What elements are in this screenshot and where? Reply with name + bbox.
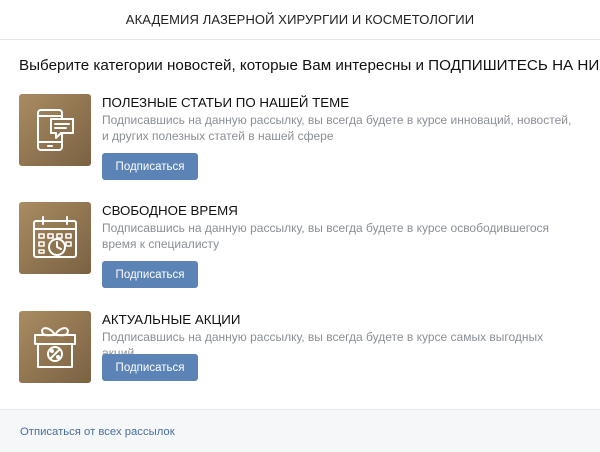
subscribe-articles-button[interactable]: Подписаться	[102, 153, 198, 180]
category-description: Подписавшись на данную рассылку, вы всег…	[102, 113, 572, 143]
category-title: ПОЛЕЗНЫЕ СТАТЬИ ПО НАШЕЙ ТЕМЕ	[102, 95, 350, 110]
calendar-clock-icon	[33, 216, 77, 258]
subscribe-free-time-button[interactable]: Подписаться	[102, 261, 198, 288]
intro-text: Выберите категории новостей, которые Вам…	[19, 57, 600, 74]
page-header: АКАДЕМИЯ ЛАЗЕРНОЙ ХИРУРГИИ И КОСМЕТОЛОГИ…	[0, 0, 600, 40]
category-promotions: АКТУАЛЬНЫЕ АКЦИИ Подписавшись на данную …	[19, 311, 589, 391]
category-tile	[19, 311, 91, 383]
category-title: АКТУАЛЬНЫЕ АКЦИИ	[102, 312, 241, 327]
category-tile	[19, 94, 91, 166]
subscribe-promotions-button[interactable]: Подписаться	[102, 354, 198, 381]
page-footer: Отписаться от всех рассылок	[0, 409, 600, 452]
gift-percent-icon	[34, 327, 76, 368]
category-title: СВОБОДНОЕ ВРЕМЯ	[102, 203, 238, 218]
category-tile	[19, 202, 91, 274]
unsubscribe-all-link[interactable]: Отписаться от всех рассылок	[20, 426, 175, 438]
header-title: АКАДЕМИЯ ЛАЗЕРНОЙ ХИРУРГИИ И КОСМЕТОЛОГИ…	[125, 12, 475, 27]
category-description: Подписавшись на данную рассылку, вы всег…	[102, 221, 550, 251]
category-articles: ПОЛЕЗНЫЕ СТАТЬИ ПО НАШЕЙ ТЕМЕ Подписавши…	[19, 94, 589, 180]
category-free-time: СВОБОДНОЕ ВРЕМЯ Подписавшись на данную р…	[19, 202, 589, 288]
smartphone-message-icon	[37, 109, 74, 151]
